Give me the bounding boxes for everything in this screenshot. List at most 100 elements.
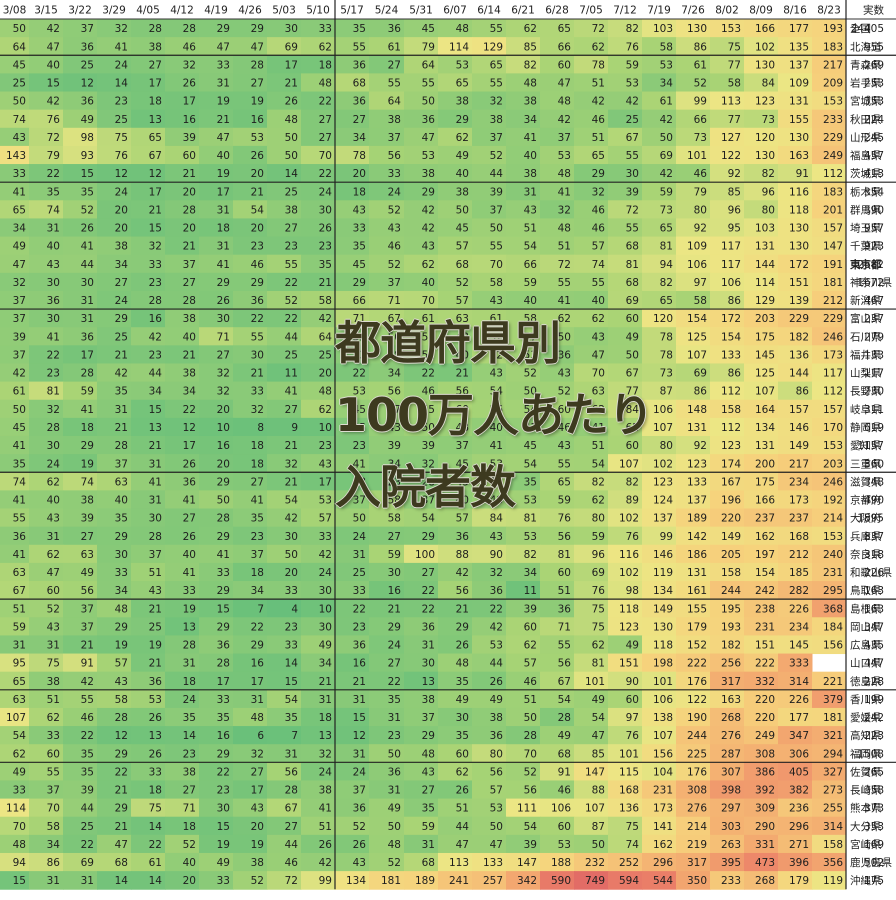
cell-value: 23 <box>353 621 366 633</box>
cell-value: 107 <box>653 730 673 742</box>
cell-value: 134 <box>755 422 775 434</box>
cell-value: 101 <box>653 676 673 688</box>
cell-value: 61 <box>490 313 503 325</box>
cell-value: 130 <box>755 150 775 162</box>
cell-value: 111 <box>517 803 537 815</box>
heatmap-row: 114 70 44 29 75 71 30 43 67 41 36 49 35 51 53 111 106 107… <box>0 798 896 818</box>
cell-value: 148 <box>687 404 707 416</box>
cell-value: 20 <box>353 168 366 180</box>
cell-value: 62 <box>592 640 605 652</box>
cell-value: 37 <box>81 23 94 35</box>
cell-value: 29 <box>115 748 128 760</box>
cell-value: 35 <box>13 458 26 470</box>
cell-value: 60 <box>558 59 571 71</box>
cell-value: 144 <box>789 368 809 380</box>
cell-value: 74 <box>47 204 61 216</box>
cell-value: 22 <box>183 404 196 416</box>
cell-value: 50 <box>217 495 230 507</box>
cell-value: 47 <box>592 730 605 742</box>
cell-value: 11 <box>524 585 537 597</box>
cell-value: 61 <box>422 313 435 325</box>
heatmap-row: 107 62 46 28 26 35 35 48 35 18 15 31 37 30 38 50 28 54 97 1… <box>0 707 896 727</box>
cell-value: 30 <box>319 204 332 216</box>
row-name: 山形県 <box>850 132 882 144</box>
cell-value: 17 <box>251 785 264 797</box>
cell-value: 47 <box>388 404 401 416</box>
cell-value: 58 <box>728 78 741 90</box>
cell-value: 45 <box>456 223 469 235</box>
cell-value: 18 <box>251 440 264 452</box>
cell-value: 27 <box>115 277 128 289</box>
row-name: 大阪府 <box>850 512 882 525</box>
cell-value: 48 <box>422 748 435 760</box>
week-header: 4/05 <box>136 5 160 17</box>
cell-value: 19 <box>217 839 230 851</box>
cell-value: 23 <box>388 730 401 742</box>
cell-value: 22 <box>422 585 435 597</box>
cell-value: 39 <box>524 839 537 851</box>
heatmap-row: 37 36 31 24 28 28 26 36 52 58 66 71 70 57 43 40 41 40 69 65… <box>0 290 896 310</box>
cell-value: 33 <box>388 168 401 180</box>
cell-value: 53 <box>251 132 264 144</box>
cell-value: 50 <box>285 150 298 162</box>
week-header: 3/29 <box>102 5 126 17</box>
cell-value: 544 <box>653 875 673 887</box>
cell-value: 20 <box>115 223 128 235</box>
cell-value: 60 <box>47 585 60 597</box>
cell-value: 18 <box>251 567 264 579</box>
cell-value: 41 <box>183 495 196 507</box>
cell-value: 172 <box>721 313 741 325</box>
cell-value: 43 <box>490 368 503 380</box>
cell-value: 31 <box>115 404 128 416</box>
cell-value: 21 <box>388 603 401 615</box>
cell-value: 246 <box>823 331 843 343</box>
cell-value: 244 <box>687 730 707 742</box>
cell-value: 56 <box>524 785 538 797</box>
row-name: 広島県 <box>850 639 882 652</box>
cell-value: 26 <box>456 785 470 797</box>
cell-value: 80 <box>660 440 673 452</box>
cell-value: 51 <box>592 440 605 452</box>
cell-value: 60 <box>558 821 571 833</box>
cell-value: 17 <box>81 349 94 361</box>
cell-value: 50 <box>388 748 401 760</box>
cell-value: 76 <box>47 114 61 126</box>
cell-value: 59 <box>660 186 673 198</box>
cell-value: 38 <box>388 349 401 361</box>
cell-value: 189 <box>415 875 435 887</box>
cell-value: 63 <box>13 694 26 706</box>
cell-value: 307 <box>721 766 741 778</box>
cell-value: 43 <box>422 241 435 253</box>
cell-value: 78 <box>660 331 673 343</box>
cell-value: 46 <box>592 204 606 216</box>
cell-value: 30 <box>456 712 469 724</box>
cell-value: 49 <box>13 241 26 253</box>
cell-value: 28 <box>183 23 196 35</box>
cell-value: 41 <box>13 549 26 561</box>
cell-value: 41 <box>524 422 537 434</box>
cell-value: 103 <box>755 223 775 235</box>
cell-value: 25 <box>149 621 162 633</box>
cell-value: 131 <box>755 241 775 253</box>
cell-value: 18 <box>183 676 196 688</box>
cell-value: 27 <box>149 59 162 71</box>
cell-value: 31 <box>81 875 94 887</box>
cell-value: 78 <box>592 59 605 71</box>
cell-value: 155 <box>789 114 809 126</box>
cell-value: 34 <box>47 839 61 851</box>
cell-value: 75 <box>728 41 741 53</box>
cell-value: 29 <box>592 168 605 180</box>
cell-value: 242 <box>755 585 775 597</box>
cell-value: 76 <box>592 585 606 597</box>
row-name: 岩手県 <box>850 77 882 90</box>
cell-value: 55 <box>13 513 26 525</box>
cell-value: 217 <box>823 59 843 71</box>
cell-value: 26 <box>81 223 95 235</box>
cell-value: 181 <box>381 875 401 887</box>
cell-value: 36 <box>422 621 436 633</box>
cell-value: 146 <box>789 422 809 434</box>
cell-value: 234 <box>789 621 809 633</box>
cell-value: 96 <box>728 204 742 216</box>
cell-value: 39 <box>524 603 537 615</box>
cell-value: 48 <box>558 168 571 180</box>
